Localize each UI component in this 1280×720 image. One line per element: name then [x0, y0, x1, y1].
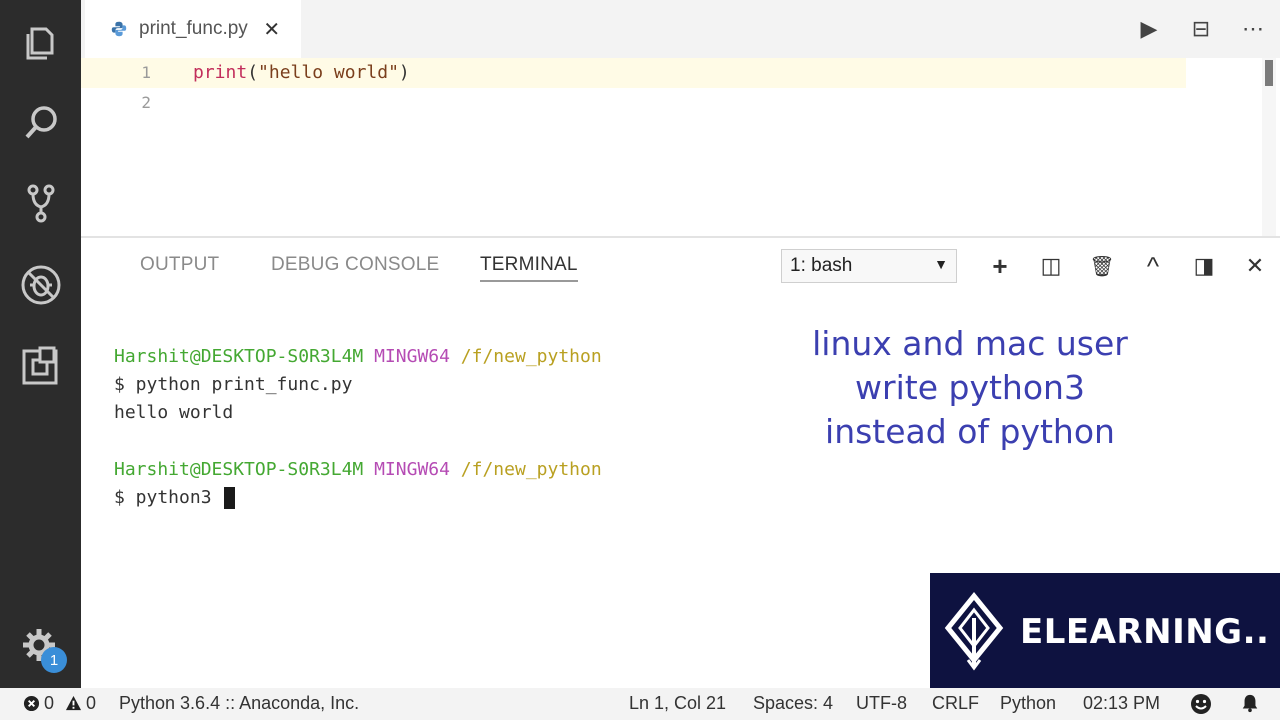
- more-actions-icon[interactable]: ⋯: [1236, 12, 1270, 46]
- close-panel-icon[interactable]: ✕: [1238, 250, 1272, 282]
- python-interpreter[interactable]: Python 3.6.4 :: Anaconda, Inc.: [119, 693, 359, 714]
- prompt-user-host: Harshit@DESKTOP-S0R3L4M: [114, 346, 364, 367]
- source-control-icon[interactable]: [18, 180, 64, 226]
- prompt-path: /f/new_python: [460, 346, 602, 367]
- caption-line: linux and mac user: [812, 324, 1128, 363]
- terminal-cursor: [224, 487, 236, 509]
- code-line[interactable]: 1 print("hello world"): [81, 58, 1186, 88]
- elearning-watermark: ELEARNING...: [930, 573, 1280, 690]
- code-paren-open: (: [247, 62, 259, 83]
- tab-debug-console[interactable]: DEBUG CONSOLE: [271, 254, 439, 276]
- terminal-prompt: Harshit@DESKTOP-S0R3L4M MINGW64 /f/new_p…: [114, 343, 602, 371]
- code-editor[interactable]: 1 print("hello world") 2: [81, 58, 1280, 236]
- status-bar: 0 0 Python 3.6.4 :: Anaconda, Inc. Ln 1,…: [0, 688, 1280, 720]
- caption-line: write python3: [855, 368, 1085, 407]
- warning-icon: [64, 695, 82, 713]
- terminal-command: $ python print_func.py: [114, 374, 353, 395]
- prompt-system: MINGW64: [374, 459, 450, 480]
- chevron-down-icon: ▼: [934, 256, 948, 272]
- prompt-user-host: Harshit@DESKTOP-S0R3L4M: [114, 459, 364, 480]
- cursor-position[interactable]: Ln 1, Col 21: [629, 693, 726, 714]
- encoding[interactable]: UTF-8: [856, 693, 907, 714]
- terminal-select-value: 1: bash: [790, 255, 853, 276]
- editor-actions: ▶ ⊟ ⋯: [1132, 12, 1270, 46]
- code-text: print("hello world"): [193, 58, 410, 88]
- warning-count: 0: [86, 693, 97, 713]
- panel-header: OUTPUT DEBUG CONSOLE TERMINAL 1: bash ▼ …: [81, 238, 1280, 294]
- run-icon[interactable]: ▶: [1132, 12, 1166, 46]
- editor-scrollbar-thumb[interactable]: [1265, 60, 1273, 86]
- terminal-prompt: Harshit@DESKTOP-S0R3L4M MINGW64 /f/new_p…: [114, 456, 602, 484]
- explorer-icon[interactable]: [18, 20, 64, 66]
- extensions-icon[interactable]: [18, 342, 64, 388]
- problems-indicator[interactable]: 0 0: [22, 693, 96, 714]
- editor-tab-bar: print_func.py ✕ ▶ ⊟ ⋯: [81, 0, 1280, 58]
- line-ending[interactable]: CRLF: [932, 693, 979, 714]
- editor-tab-print-func[interactable]: print_func.py ✕: [85, 0, 301, 58]
- caption-line: instead of python: [825, 412, 1115, 451]
- new-terminal-icon[interactable]: +: [983, 250, 1017, 282]
- editor-tab-label: print_func.py: [139, 18, 248, 39]
- code-function-name: print: [193, 62, 248, 83]
- error-count: 0: [44, 693, 55, 713]
- terminal-select[interactable]: 1: bash ▼: [781, 249, 957, 283]
- debug-icon[interactable]: [18, 262, 64, 308]
- prompt-path: /f/new_python: [460, 459, 602, 480]
- clock: 02:13 PM: [1083, 693, 1161, 713]
- split-editor-icon[interactable]: ⊟: [1184, 12, 1218, 46]
- activity-bar: 1: [0, 0, 81, 688]
- error-icon: [22, 695, 40, 713]
- panel-actions: + ◫ 🗑 ^ ◨ ✕: [983, 250, 1272, 282]
- prompt-system: MINGW64: [374, 346, 450, 367]
- toggle-panel-position-icon[interactable]: ◨: [1187, 250, 1221, 282]
- line-number: 2: [141, 93, 151, 112]
- python-file-icon: [109, 19, 129, 39]
- maximize-panel-icon[interactable]: ^: [1136, 250, 1170, 282]
- feedback-smiley-icon[interactable]: [1190, 693, 1212, 715]
- settings-update-badge: 1: [41, 647, 67, 673]
- code-paren-close: ): [398, 62, 410, 83]
- notifications-bell-icon[interactable]: [1240, 693, 1260, 713]
- terminal-input-line[interactable]: $ python3: [114, 484, 236, 512]
- tab-output[interactable]: OUTPUT: [140, 254, 219, 276]
- kill-terminal-icon[interactable]: 🗑: [1085, 250, 1119, 282]
- elearning-logo-icon: [944, 591, 1004, 670]
- language-mode[interactable]: Python: [1000, 693, 1056, 714]
- code-line[interactable]: 2: [81, 88, 1186, 118]
- split-terminal-icon[interactable]: ◫: [1034, 250, 1068, 282]
- video-caption-overlay: linux and mac user write python3 instead…: [790, 322, 1150, 454]
- watermark-text: ELEARNING...: [1020, 611, 1270, 652]
- indentation[interactable]: Spaces: 4: [753, 693, 833, 714]
- terminal-current-command: $ python3: [114, 487, 223, 508]
- line-number: 1: [141, 63, 151, 82]
- search-icon[interactable]: [18, 100, 64, 146]
- editor-scrollbar[interactable]: [1262, 58, 1276, 236]
- code-string-literal: "hello world": [258, 62, 399, 83]
- terminal-output-line: hello world: [114, 402, 234, 423]
- tab-terminal[interactable]: TERMINAL: [480, 254, 578, 282]
- close-tab-icon[interactable]: ✕: [262, 17, 282, 42]
